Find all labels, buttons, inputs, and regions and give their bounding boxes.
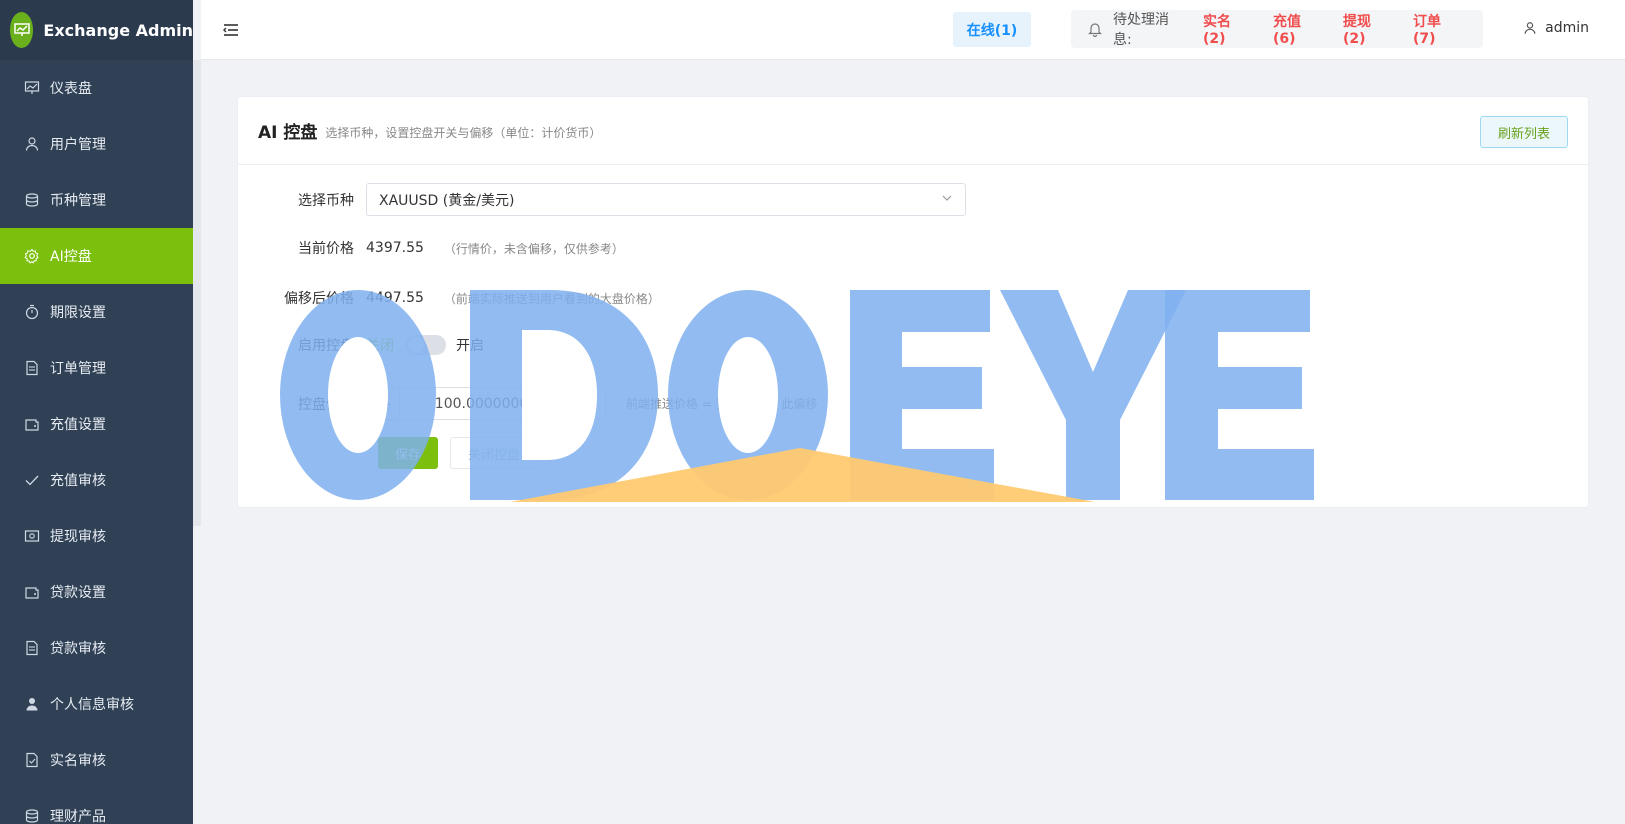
- sidebar-item-label: 期限设置: [50, 305, 106, 321]
- current-price-row: 当前价格 4397.55 （行情价，未含偏移，仅供参考）: [238, 238, 624, 258]
- sidebar-item-profile-review[interactable]: 个人信息审核: [0, 676, 193, 732]
- sidebar-item-recharge-review[interactable]: 充值审核: [0, 452, 193, 508]
- top-header: 在线(1) 待处理消息: 实名(2) 充值(6) 提现(2) 订单(7) adm…: [201, 0, 1625, 60]
- enable-control-row: 启用控盘 关闭 开启: [238, 335, 484, 355]
- sidebar-item-label: 用户管理: [50, 137, 106, 153]
- save-button[interactable]: 保存: [378, 437, 438, 469]
- sidebar-scrollbar[interactable]: [193, 60, 201, 526]
- sidebar-item-realname-review[interactable]: 实名审核: [0, 732, 193, 788]
- wallet-icon: [24, 584, 40, 600]
- sidebar-item-withdraw-review[interactable]: 提现审核: [0, 508, 193, 564]
- sidebar-item-label: 理财产品: [50, 809, 106, 824]
- switch-knob: [408, 337, 424, 353]
- pending-tag-orders[interactable]: 订单(7): [1413, 11, 1459, 47]
- doc-check-icon: [24, 752, 40, 768]
- sidebar-item-label: 仪表盘: [50, 81, 92, 97]
- sidebar-item-ai-control[interactable]: AI控盘: [0, 228, 193, 284]
- pending-tag-recharge[interactable]: 充值(6): [1273, 11, 1319, 47]
- pending-tag-realname[interactable]: 实名(2): [1203, 11, 1249, 47]
- symbol-row: 选择币种 XAUUSD (黄金/美元): [238, 183, 966, 216]
- offset-row: 控盘偏移 — 100.00000000 + 前端推送价格 = 实际价格 + 此偏…: [238, 387, 817, 420]
- chevron-down-icon: [941, 192, 953, 208]
- coins-icon: [24, 808, 40, 824]
- offset-label: 控盘偏移: [298, 396, 354, 413]
- sidebar-item-term-settings[interactable]: 期限设置: [0, 284, 193, 340]
- current-price-label: 当前价格: [298, 241, 354, 257]
- gear-icon: [24, 248, 40, 264]
- sidebar-item-label: AI控盘: [50, 249, 92, 265]
- brand[interactable]: Exchange Admin: [0, 0, 193, 60]
- pending-tag-withdraw[interactable]: 提现(2): [1343, 11, 1389, 47]
- switch-on-label: 开启: [456, 338, 484, 354]
- ai-control-card: AI 控盘 选择币种，设置控盘开关与偏移（单位：计价货币） 刷新列表 选择币种 …: [237, 96, 1589, 508]
- user-menu[interactable]: admin: [1523, 20, 1589, 36]
- sidebar-item-label: 订单管理: [50, 361, 106, 377]
- check-icon: [24, 472, 40, 488]
- sidebar-item-users[interactable]: 用户管理: [0, 116, 193, 172]
- coins-icon: [24, 192, 40, 208]
- sidebar: Exchange Admin 仪表盘 用户管理 币种管理 AI控盘 期限设置 订…: [0, 0, 193, 824]
- offset-stepper: — 100.00000000 +: [366, 387, 606, 420]
- offset-input[interactable]: 100.00000000: [400, 388, 572, 419]
- person-icon: [24, 696, 40, 712]
- sidebar-item-label: 充值审核: [50, 473, 106, 489]
- offset-price-value: 4497.55: [366, 290, 424, 306]
- card-header: AI 控盘 选择币种，设置控盘开关与偏移（单位：计价货币） 刷新列表: [238, 97, 1588, 165]
- refresh-list-button[interactable]: 刷新列表: [1480, 116, 1568, 148]
- money-icon: [24, 528, 40, 544]
- sidebar-item-label: 贷款设置: [50, 585, 106, 601]
- bell-icon: [1087, 21, 1103, 38]
- user-icon: [1523, 21, 1537, 35]
- sidebar-item-label: 贷款审核: [50, 641, 106, 657]
- current-price-note: （行情价，未含偏移，仅供参考）: [443, 241, 624, 256]
- offset-price-row: 偏移后价格 4497.55 （前端实际推送到用户看到的大盘价格）: [238, 288, 660, 308]
- sidebar-item-loan-settings[interactable]: 贷款设置: [0, 564, 193, 620]
- decrement-button[interactable]: —: [367, 388, 400, 419]
- sidebar-item-label: 个人信息审核: [50, 697, 134, 713]
- page-title: AI 控盘: [258, 123, 318, 143]
- current-price-value: 4397.55: [366, 240, 424, 256]
- offset-price-label: 偏移后价格: [284, 291, 354, 307]
- sidebar-item-recharge-settings[interactable]: 充值设置: [0, 396, 193, 452]
- sidebar-item-label: 充值设置: [50, 417, 106, 433]
- offset-note: 前端推送价格 = 实际价格 + 此偏移: [626, 397, 818, 411]
- brand-logo-icon: [10, 12, 34, 48]
- enable-control-label: 启用控盘: [298, 338, 354, 354]
- sidebar-item-wealth-products[interactable]: 理财产品: [0, 788, 193, 824]
- sidebar-item-label: 实名审核: [50, 753, 106, 769]
- sidebar-menu: 仪表盘 用户管理 币种管理 AI控盘 期限设置 订单管理 充值设置 充值审核 提…: [0, 60, 193, 824]
- menu-toggle-icon[interactable]: [223, 22, 239, 38]
- actions-row: 保存 关闭控盘: [378, 437, 538, 469]
- wallet-icon: [24, 416, 40, 432]
- online-count-badge[interactable]: 在线(1): [953, 12, 1031, 47]
- pending-label: 待处理消息:: [1113, 12, 1169, 48]
- close-control-button[interactable]: 关闭控盘: [450, 437, 538, 469]
- brand-title: Exchange Admin: [43, 20, 193, 40]
- sidebar-item-label: 提现审核: [50, 529, 106, 545]
- symbol-select[interactable]: XAUUSD (黄金/美元): [366, 183, 966, 216]
- symbol-select-value: XAUUSD (黄金/美元): [379, 192, 515, 209]
- stopwatch-icon: [24, 304, 40, 320]
- offset-price-note: （前端实际推送到用户看到的大盘价格）: [443, 291, 660, 306]
- enable-control-switch[interactable]: [406, 335, 446, 355]
- sidebar-item-orders[interactable]: 订单管理: [0, 340, 193, 396]
- sidebar-item-loan-review[interactable]: 贷款审核: [0, 620, 193, 676]
- increment-button[interactable]: +: [572, 388, 605, 419]
- switch-off-label: 关闭: [366, 338, 394, 354]
- symbol-label: 选择币种: [298, 192, 354, 209]
- sidebar-item-label: 币种管理: [50, 193, 106, 209]
- sidebar-item-currencies[interactable]: 币种管理: [0, 172, 193, 228]
- sidebar-item-dashboard[interactable]: 仪表盘: [0, 60, 193, 116]
- document-icon: [24, 640, 40, 656]
- document-icon: [24, 360, 40, 376]
- dashboard-icon: [24, 80, 40, 96]
- pending-messages-bar: 待处理消息: 实名(2) 充值(6) 提现(2) 订单(7): [1071, 10, 1483, 48]
- page-subtitle: 选择币种，设置控盘开关与偏移（单位：计价货币）: [325, 125, 602, 140]
- username: admin: [1545, 20, 1589, 36]
- user-icon: [24, 136, 40, 152]
